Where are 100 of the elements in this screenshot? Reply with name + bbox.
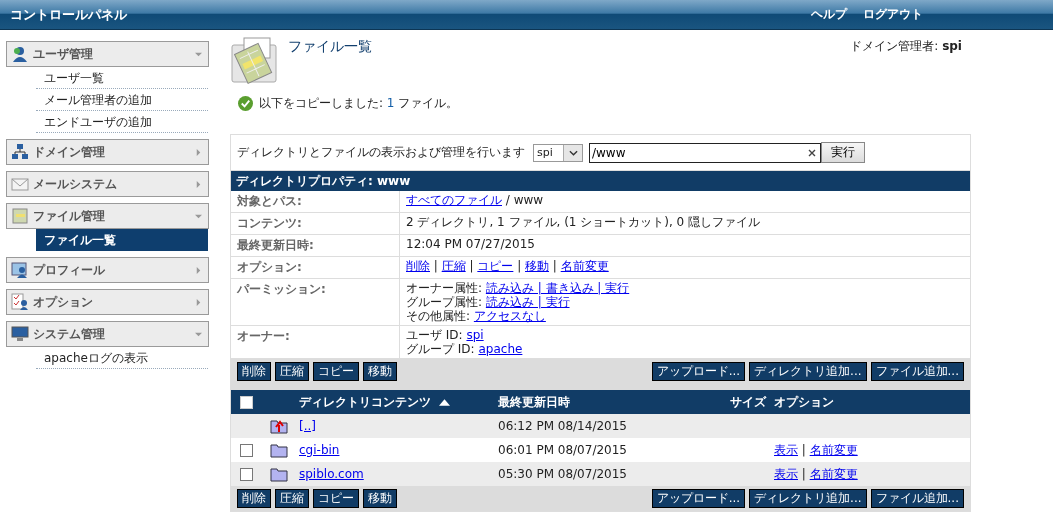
success-message: 以下をコピーしました: 1 ファイル。 bbox=[259, 94, 459, 112]
action-button[interactable]: ファイル追加... bbox=[870, 362, 964, 381]
property-text: / www bbox=[504, 193, 544, 207]
action-button[interactable]: アップロード... bbox=[651, 362, 746, 381]
option-link[interactable]: 表示 bbox=[774, 466, 798, 481]
sidebar-item[interactable]: apacheログの表示 bbox=[36, 347, 208, 369]
action-button[interactable]: ディレクトリ追加... bbox=[749, 362, 867, 381]
caret-down-icon bbox=[195, 212, 202, 220]
property-text: | bbox=[516, 259, 523, 273]
action-button[interactable]: 移動 bbox=[363, 489, 397, 508]
property-link[interactable]: apache bbox=[478, 342, 523, 356]
file-link[interactable]: cgi-bin bbox=[299, 443, 340, 457]
caret-right-icon bbox=[195, 180, 202, 188]
action-button[interactable]: ディレクトリ追加... bbox=[749, 489, 867, 508]
path-field[interactable]: /www bbox=[589, 142, 821, 163]
folder-icon bbox=[270, 466, 288, 482]
action-button[interactable]: コピー bbox=[313, 362, 359, 381]
run-button[interactable]: 実行 bbox=[821, 142, 865, 163]
action-button[interactable]: 削除 bbox=[237, 489, 271, 508]
property-label: 対象とパス: bbox=[231, 191, 400, 212]
separator-text: | bbox=[800, 442, 807, 457]
sidebar-group-header[interactable]: ファイル管理 bbox=[6, 203, 209, 229]
property-link[interactable]: 読み込み | 書き込み | 実行 bbox=[485, 281, 630, 295]
checkbox[interactable] bbox=[240, 395, 253, 409]
property-text: | bbox=[468, 259, 475, 273]
owner-select[interactable]: spi bbox=[533, 143, 583, 162]
property-text: | bbox=[432, 259, 439, 273]
close-icon[interactable] bbox=[808, 148, 816, 157]
option-link[interactable]: 名前変更 bbox=[809, 466, 858, 481]
action-button[interactable]: コピー bbox=[313, 489, 359, 508]
user-icon bbox=[11, 45, 29, 63]
caret-right-icon bbox=[195, 148, 202, 156]
browse-label: ディレクトリとファイルの表示および管理を行います bbox=[237, 144, 525, 161]
document-icon bbox=[11, 207, 29, 225]
sidebar-group-header[interactable]: ドメイン管理 bbox=[6, 139, 209, 165]
sidebar-item[interactable]: ファイル一覧 bbox=[36, 229, 208, 251]
property-link[interactable]: 圧縮 bbox=[441, 259, 466, 273]
option-link[interactable]: 名前変更 bbox=[809, 442, 858, 457]
folder-up-icon bbox=[270, 418, 288, 434]
sort-up-icon[interactable] bbox=[439, 398, 450, 406]
property-text: ユーザ ID: bbox=[406, 328, 464, 342]
folder-icon bbox=[270, 442, 288, 458]
property-label: オーナー: bbox=[231, 326, 400, 358]
property-text: 2 ディレクトリ, 1 ファイル, (1 ショートカット), 0 隠しファイル bbox=[406, 215, 761, 229]
admin-info: ドメイン管理者: spi bbox=[850, 38, 962, 55]
network-icon bbox=[11, 143, 29, 161]
property-text: その他属性: bbox=[406, 309, 472, 323]
caret-right-icon bbox=[195, 298, 202, 306]
column-header: 最終更新日時 bbox=[498, 394, 570, 409]
property-link[interactable]: 読み込み | 実行 bbox=[485, 295, 570, 309]
property-link[interactable]: 移動 bbox=[525, 259, 549, 273]
property-label: オプション: bbox=[231, 257, 400, 278]
sidebar-group-header[interactable]: プロフィール bbox=[6, 257, 209, 283]
property-text: | bbox=[551, 259, 558, 273]
sidebar-item[interactable]: メール管理者の追加 bbox=[36, 89, 208, 111]
property-text: グループ属性: bbox=[406, 295, 484, 309]
file-link[interactable]: spiblo.com bbox=[299, 467, 364, 481]
property-text: グループ ID: bbox=[406, 342, 476, 356]
table-cell: 06:01 PM 08/07/2015 bbox=[498, 443, 627, 457]
sidebar-group-header[interactable]: オプション bbox=[6, 289, 209, 315]
property-link[interactable]: すべてのファイル bbox=[406, 193, 502, 207]
header-link[interactable]: ログアウト bbox=[863, 6, 923, 23]
column-header: サイズ bbox=[730, 394, 766, 409]
property-label: コンテンツ: bbox=[231, 213, 400, 234]
sidebar-item[interactable]: エンドユーザの追加 bbox=[36, 111, 208, 133]
action-button[interactable]: アップロード... bbox=[651, 489, 746, 508]
checkbox[interactable] bbox=[240, 467, 253, 481]
action-button[interactable]: 圧縮 bbox=[275, 362, 309, 381]
checkbox[interactable] bbox=[240, 443, 253, 457]
property-text: オーナー属性: bbox=[406, 281, 484, 295]
separator-text: | bbox=[800, 466, 807, 481]
sidebar-group-header[interactable]: システム管理 bbox=[6, 321, 209, 347]
page-title: ファイル一覧 bbox=[288, 38, 372, 56]
monitor-icon bbox=[11, 325, 29, 343]
action-button[interactable]: 削除 bbox=[237, 362, 271, 381]
property-link[interactable]: アクセスなし bbox=[473, 309, 546, 323]
app-title: コントロールパネル bbox=[10, 5, 127, 24]
action-button[interactable]: ファイル追加... bbox=[870, 489, 964, 508]
property-link[interactable]: コピー bbox=[477, 259, 514, 273]
sidebar-group-header[interactable]: ユーザ管理 bbox=[6, 41, 209, 67]
action-button[interactable]: 圧縮 bbox=[275, 489, 309, 508]
checkmark-icon bbox=[238, 95, 253, 111]
property-label: パーミッション: bbox=[231, 279, 400, 325]
file-link[interactable]: [..] bbox=[299, 419, 316, 433]
option-link[interactable]: 表示 bbox=[774, 442, 798, 457]
table-cell: 06:12 PM 08/14/2015 bbox=[498, 419, 627, 433]
checklist-icon bbox=[11, 293, 29, 311]
column-header[interactable]: ディレクトリコンテンツ bbox=[299, 393, 431, 411]
header-link[interactable]: ヘルプ bbox=[811, 6, 847, 23]
property-link[interactable]: 名前変更 bbox=[560, 259, 609, 273]
caret-right-icon bbox=[195, 266, 202, 274]
section-header: ディレクトリプロパティ: www bbox=[231, 171, 970, 191]
caret-down-icon bbox=[568, 149, 578, 156]
sidebar-group-header[interactable]: メールシステム bbox=[6, 171, 209, 197]
property-link[interactable]: 削除 bbox=[406, 259, 430, 273]
sidebar-item[interactable]: ユーザ一覧 bbox=[36, 67, 208, 89]
column-header: オプション bbox=[774, 394, 834, 409]
envelope-icon bbox=[11, 175, 29, 193]
property-link[interactable]: spi bbox=[466, 328, 484, 342]
action-button[interactable]: 移動 bbox=[363, 362, 397, 381]
